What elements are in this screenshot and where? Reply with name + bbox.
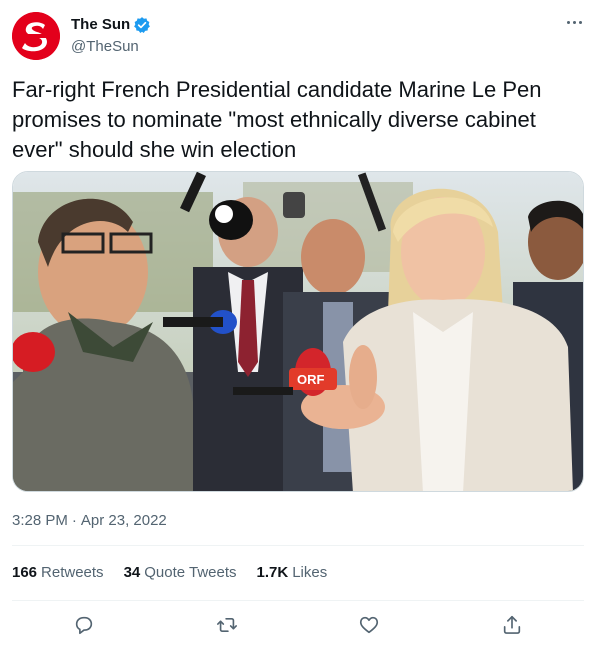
quote-tweets-stat[interactable]: 34 Quote Tweets [124, 563, 237, 583]
likes-stat[interactable]: 1.7K Likes [257, 563, 328, 583]
retweet-icon [217, 617, 237, 633]
avatar[interactable] [12, 12, 60, 60]
timestamp-separator: · [71, 512, 77, 529]
tweet-action-bar [12, 608, 584, 642]
retweets-count: 166 [12, 564, 38, 581]
tweet-time[interactable]: 3:28 PM [12, 511, 68, 531]
author-name-row[interactable]: The Sun [71, 14, 151, 36]
share-button[interactable] [498, 611, 526, 639]
the-sun-logo-icon [12, 12, 60, 60]
divider-bottom [12, 600, 584, 601]
likes-count: 1.7K [256, 564, 289, 581]
divider-top [12, 545, 584, 546]
verified-badge-icon [133, 16, 151, 34]
reply-icon [75, 616, 93, 635]
tweet-date[interactable]: Apr 23, 2022 [81, 511, 167, 531]
author-handle[interactable]: @TheSun [71, 37, 139, 57]
quote-tweets-count: 34 [123, 564, 141, 581]
tweet-stats: 166 Retweets 34 Quote Tweets 1.7K Likes [12, 563, 347, 583]
more-options-icon[interactable] [560, 10, 588, 34]
retweets-label: Retweets [41, 564, 104, 581]
tweet-text: Far-right French Presidential candidate … [12, 77, 542, 162]
share-icon [503, 615, 521, 634]
mic-label: ORF [297, 372, 325, 387]
reply-button[interactable] [70, 611, 98, 639]
like-icon [359, 616, 379, 634]
retweet-button[interactable] [213, 611, 241, 639]
quote-tweets-label: Quote Tweets [144, 564, 237, 581]
display-name[interactable]: The Sun [71, 14, 130, 36]
likes-label: Likes [292, 564, 328, 581]
retweets-stat[interactable]: 166 Retweets [12, 563, 104, 583]
like-button[interactable] [355, 611, 383, 639]
tweet-timestamp[interactable]: 3:28 PM · Apr 23, 2022 [12, 511, 167, 531]
tweet-photo[interactable]: ORF [12, 171, 584, 492]
